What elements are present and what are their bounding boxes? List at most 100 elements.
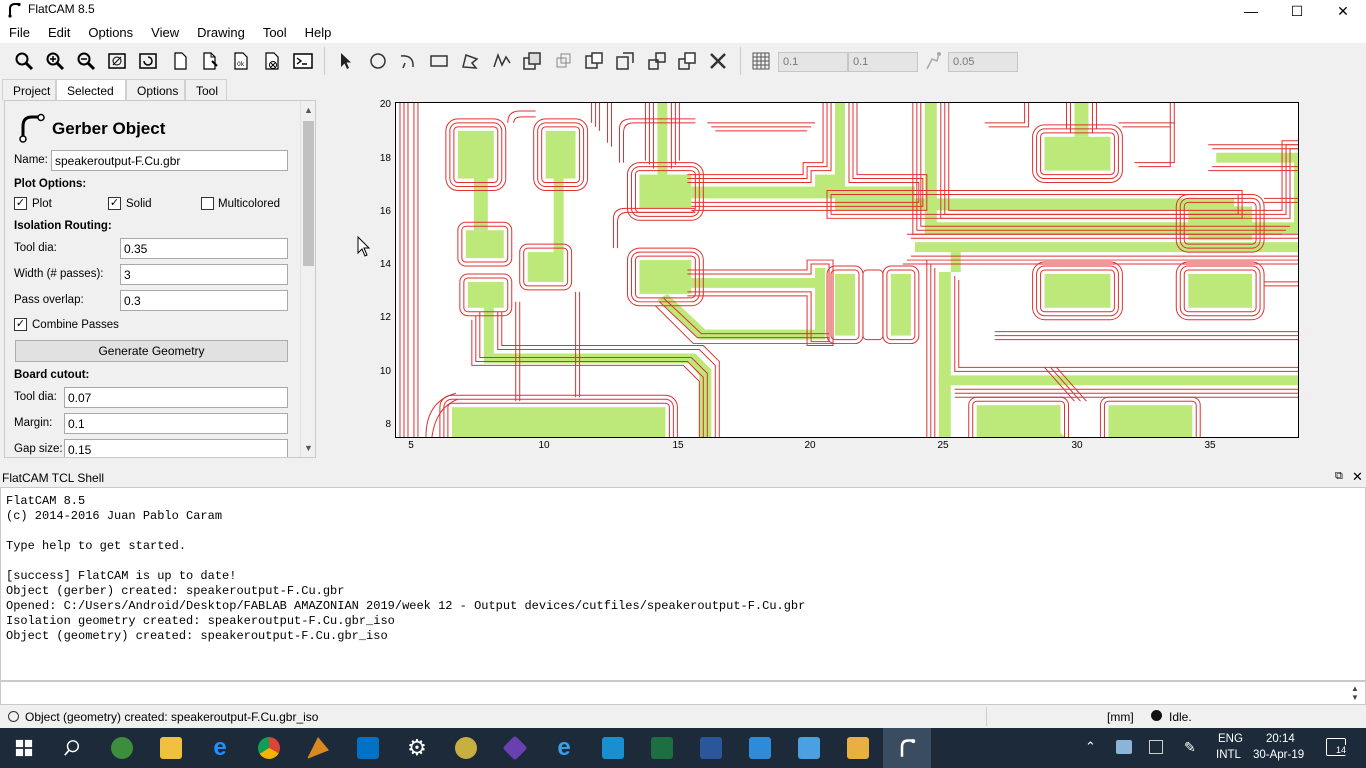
- tool-dia-field[interactable]: 0.35: [120, 238, 288, 259]
- gap-size-field[interactable]: 0.15: [64, 439, 288, 457]
- bird-icon[interactable]: [294, 728, 342, 768]
- multicolored-checkbox[interactable]: [201, 197, 214, 210]
- menu-view[interactable]: View: [142, 22, 188, 43]
- input-layout[interactable]: INTL: [1216, 749, 1241, 761]
- replot-icon[interactable]: [136, 49, 160, 73]
- new-blank-icon[interactable]: [168, 49, 192, 73]
- move-icon[interactable]: [675, 49, 699, 73]
- scroll-up-icon[interactable]: ▲: [304, 105, 313, 115]
- tab-options[interactable]: Options: [126, 79, 185, 100]
- internet-explorer-icon[interactable]: e: [540, 728, 588, 768]
- earth-icon[interactable]: [442, 728, 490, 768]
- polygon-icon[interactable]: [458, 49, 482, 73]
- input-language[interactable]: ENG: [1218, 733, 1243, 745]
- pass-overlap-field[interactable]: 0.3: [120, 290, 288, 311]
- scroll-down-icon[interactable]: ▼: [304, 443, 313, 453]
- shell-line: Opened: C:/Users/Android/Desktop/FABLAB …: [6, 599, 806, 613]
- status-indicator-icon: [8, 711, 19, 722]
- network-icon[interactable]: [1116, 740, 1132, 754]
- name-field[interactable]: speakeroutput-F.Cu.gbr: [51, 150, 288, 171]
- shell-icon[interactable]: [291, 49, 315, 73]
- plot-checkbox[interactable]: ✓: [14, 197, 27, 210]
- solid-checkbox[interactable]: ✓: [108, 197, 121, 210]
- pen-icon[interactable]: ✎: [1184, 739, 1196, 756]
- outlook-icon[interactable]: [344, 728, 392, 768]
- search-button[interactable]: [48, 728, 96, 768]
- shell-input-spinner[interactable]: ▲ ▼: [1351, 684, 1359, 702]
- tray-overflow-icon[interactable]: ⌃: [1085, 739, 1096, 755]
- minimize-button[interactable]: —: [1228, 0, 1274, 22]
- union-icon[interactable]: [520, 49, 544, 73]
- cutout-tool-dia-field[interactable]: 0.07: [64, 387, 288, 408]
- snap-corner-icon[interactable]: [921, 49, 945, 73]
- circle-icon[interactable]: [366, 49, 390, 73]
- menu-edit[interactable]: Edit: [39, 22, 79, 43]
- globe-icon[interactable]: [98, 728, 146, 768]
- shell-command-input[interactable]: ▲ ▼: [0, 681, 1366, 705]
- mouse-cursor-icon: [357, 236, 371, 257]
- copy-icon[interactable]: [645, 49, 669, 73]
- menu-bar: File Edit Options View Drawing Tool Help: [0, 22, 1366, 43]
- tool-dia-label: Tool dia:: [14, 242, 57, 254]
- x-tick: 10: [538, 440, 550, 451]
- intersection-icon[interactable]: [552, 49, 576, 73]
- menu-tool[interactable]: Tool: [254, 22, 296, 43]
- rectangle-icon[interactable]: [427, 49, 451, 73]
- menu-help[interactable]: Help: [296, 22, 341, 43]
- remote-icon[interactable]: [736, 728, 784, 768]
- close-dock-icon[interactable]: ✕: [1352, 469, 1363, 485]
- panel-scroll-thumb[interactable]: [303, 121, 314, 266]
- grid-y-input[interactable]: 0.1: [848, 52, 918, 72]
- clock-time[interactable]: 20:14: [1266, 733, 1295, 745]
- tab-project[interactable]: Project: [2, 79, 56, 100]
- flatcam-taskbar-icon[interactable]: [883, 728, 931, 768]
- grid-snap-icon[interactable]: [749, 49, 773, 73]
- open-icon[interactable]: 0k: [229, 49, 253, 73]
- terminal-icon[interactable]: [589, 728, 637, 768]
- pcb-plot[interactable]: [395, 102, 1299, 438]
- y-tick: 18: [379, 153, 391, 164]
- menu-drawing[interactable]: Drawing: [188, 22, 254, 43]
- zoom-out-icon[interactable]: [74, 49, 98, 73]
- file-explorer-icon[interactable]: [147, 728, 195, 768]
- notification-icon[interactable]: 14: [1326, 738, 1348, 756]
- cut-icon[interactable]: [613, 49, 637, 73]
- panel-scrollbar[interactable]: ▲ ▼: [300, 101, 315, 457]
- zoom-fit-icon[interactable]: [12, 49, 36, 73]
- delete-icon[interactable]: [260, 49, 284, 73]
- menu-options[interactable]: Options: [79, 22, 142, 43]
- dropbox-icon[interactable]: [1149, 740, 1163, 754]
- grid-x-input[interactable]: 0.1: [778, 52, 848, 72]
- subtraction-icon[interactable]: [582, 49, 606, 73]
- photos-icon[interactable]: [785, 728, 833, 768]
- notebook-tabs: Project Selected Options Tool: [2, 79, 318, 101]
- path-icon[interactable]: [490, 49, 514, 73]
- undock-icon[interactable]: ⧉: [1335, 470, 1343, 483]
- snap-max-input[interactable]: 0.05: [948, 52, 1018, 72]
- width-passes-field[interactable]: 3: [120, 264, 288, 285]
- zoom-in-icon[interactable]: [43, 49, 67, 73]
- new-geometry-icon[interactable]: [198, 49, 222, 73]
- start-button[interactable]: [0, 728, 48, 768]
- shell-line: Isolation geometry created: speakeroutpu…: [6, 614, 395, 628]
- settings-icon[interactable]: ⚙: [393, 728, 441, 768]
- generate-geometry-button[interactable]: Generate Geometry: [15, 340, 288, 362]
- menu-file[interactable]: File: [0, 22, 39, 43]
- archive-icon[interactable]: [834, 728, 882, 768]
- clear-plot-icon[interactable]: [105, 49, 129, 73]
- combine-passes-checkbox[interactable]: ✓: [14, 318, 27, 331]
- tab-tool[interactable]: Tool: [185, 79, 227, 100]
- tab-selected[interactable]: Selected: [56, 79, 126, 101]
- close-button[interactable]: ✕: [1320, 0, 1366, 22]
- git-icon[interactable]: [491, 728, 539, 768]
- maximize-button[interactable]: ☐: [1274, 0, 1320, 22]
- delete-shape-icon[interactable]: [706, 49, 730, 73]
- clock-date[interactable]: 30-Apr-19: [1253, 749, 1304, 761]
- arc-icon[interactable]: [396, 49, 420, 73]
- edge-icon[interactable]: e: [196, 728, 244, 768]
- margin-field[interactable]: 0.1: [64, 413, 288, 434]
- excel-icon[interactable]: [638, 728, 686, 768]
- select-icon[interactable]: [334, 49, 358, 73]
- word-icon[interactable]: [687, 728, 735, 768]
- chrome-icon[interactable]: [245, 728, 293, 768]
